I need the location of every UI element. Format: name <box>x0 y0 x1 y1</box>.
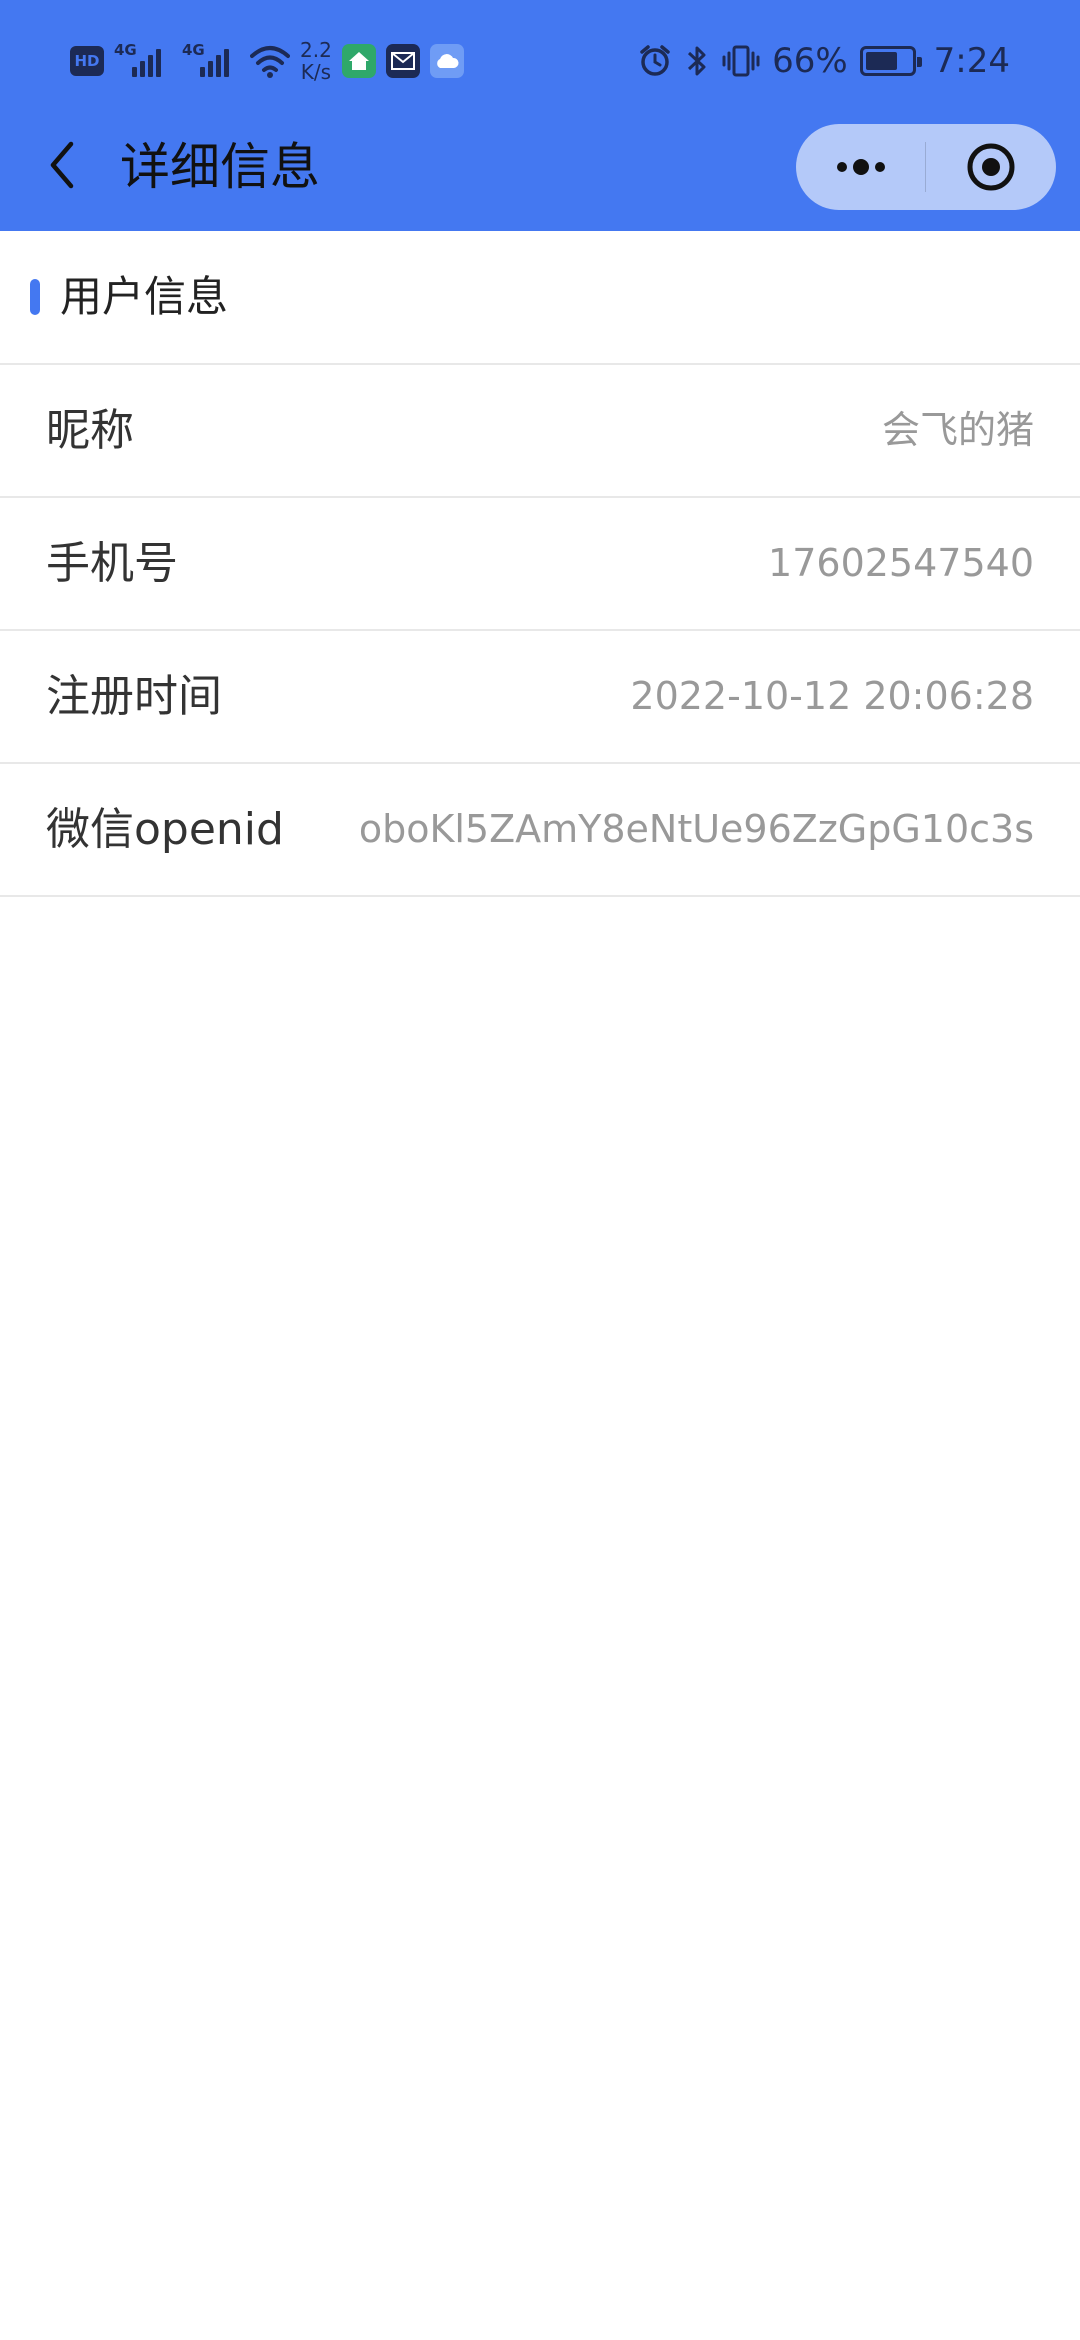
row-label: 手机号 <box>46 538 178 589</box>
status-bar-left: HD 4G 4G 2.2 K/s <box>70 36 464 86</box>
info-row-nickname: 昵称 会飞的猪 <box>0 365 1080 498</box>
info-row-phone: 手机号 17602547540 <box>0 498 1080 631</box>
row-value: 17602547540 <box>768 541 1034 585</box>
info-row-wechat-openid: 微信openid oboKl5ZAmY8eNtUe96ZzGpG10c3s <box>0 764 1080 897</box>
row-label: 注册时间 <box>46 671 222 722</box>
more-dots-icon <box>836 159 885 175</box>
network-speed: 2.2 K/s <box>300 38 332 84</box>
vibrate-icon <box>722 45 760 77</box>
section-header: 用户信息 <box>0 231 1080 365</box>
mini-program-capsule <box>796 124 1056 210</box>
battery-percent: 66% <box>772 41 848 81</box>
hd-volte-icon: HD <box>70 46 104 76</box>
info-row-register-time: 注册时间 2022-10-12 20:06:28 <box>0 631 1080 764</box>
status-bar-right: 66% 7:24 <box>638 36 1010 86</box>
cloud-app-icon <box>429 44 464 78</box>
alarm-icon <box>640 45 670 76</box>
battery-icon <box>859 46 922 76</box>
back-button[interactable] <box>34 130 90 200</box>
chevron-left-icon <box>50 141 74 189</box>
section-accent-bar <box>30 279 40 315</box>
home-app-icon <box>341 44 376 78</box>
target-close-icon <box>967 143 1015 191</box>
cell-signal-icon-2: 4G <box>182 41 240 81</box>
row-value: oboKl5ZAmY8eNtUe96ZzGpG10c3s <box>358 807 1034 851</box>
wifi-icon <box>250 46 290 78</box>
row-value: 2022-10-12 20:06:28 <box>630 674 1034 718</box>
status-time: 7:24 <box>933 41 1010 81</box>
more-button[interactable] <box>796 124 925 210</box>
mail-app-icon <box>385 44 420 78</box>
close-mini-program-button[interactable] <box>926 124 1056 210</box>
cell-signal-icon-1: 4G <box>114 41 172 81</box>
page-title: 详细信息 <box>120 138 320 196</box>
row-label: 昵称 <box>46 405 134 456</box>
status-bar: HD 4G 4G 2.2 K/s 66% 7:24 <box>0 0 1080 120</box>
bluetooth-icon <box>688 46 706 76</box>
row-value: 会飞的猪 <box>881 408 1034 452</box>
section-title: 用户信息 <box>60 272 229 321</box>
row-label: 微信openid <box>46 804 284 855</box>
